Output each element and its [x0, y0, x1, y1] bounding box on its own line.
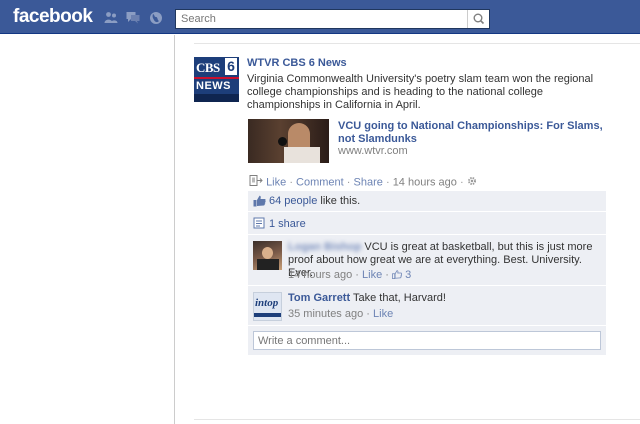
attachment-source: www.wtvr.com — [338, 145, 408, 157]
page-avatar[interactable]: CBS 6 NEWS — [194, 57, 239, 102]
comment-meta: 35 minutes ago · Like — [288, 308, 394, 320]
attachment-thumbnail[interactable] — [248, 119, 329, 163]
like-thumb-icon — [253, 195, 266, 210]
search-box — [175, 9, 490, 29]
shares-row: 1 share — [248, 213, 606, 235]
send-to-mobile-icon — [249, 174, 263, 191]
post-author-link[interactable]: WTVR CBS 6 News — [247, 57, 347, 69]
commenter-avatar[interactable] — [253, 241, 282, 270]
likers-link[interactable]: 64 people — [269, 195, 317, 207]
logo-text: CBS — [196, 60, 220, 75]
post-timestamp[interactable]: 14 hours ago — [393, 176, 457, 188]
comment-item: Logan Bishop VCU is great at basketball,… — [248, 236, 606, 286]
facebook-logo[interactable]: facebook — [13, 6, 93, 28]
share-link[interactable]: Share — [354, 176, 383, 188]
comment-like-count[interactable]: 3 — [405, 269, 411, 281]
messages-icon[interactable] — [126, 11, 140, 24]
feedback-box: 64 people like this. 1 share Logan Bisho… — [248, 191, 606, 355]
main-content: CBS 6 NEWS WTVR CBS 6 News Virginia Comm… — [176, 35, 640, 424]
commenter-avatar[interactable]: intop — [253, 292, 282, 321]
notifications-globe-icon[interactable] — [149, 11, 162, 24]
divider — [194, 43, 640, 44]
comment-like-link[interactable]: Like — [362, 269, 382, 281]
comment-timestamp[interactable]: 35 minutes ago — [288, 308, 363, 320]
like-link[interactable]: Like — [266, 176, 286, 188]
shares-link[interactable]: 1 share — [269, 218, 306, 230]
divider — [194, 419, 640, 420]
like-thumb-icon — [392, 269, 402, 281]
comment-timestamp[interactable]: 14 hours ago — [288, 269, 352, 281]
friend-requests-icon[interactable] — [104, 11, 118, 24]
logo-text: NEWS — [196, 80, 231, 92]
gear-icon[interactable] — [467, 176, 477, 190]
logo-digit: 6 — [225, 58, 237, 75]
post-message: Virginia Commonwealth University's poetr… — [247, 73, 594, 111]
comment-like-link[interactable]: Like — [373, 308, 393, 320]
comment-link[interactable]: Comment — [296, 176, 344, 188]
share-icon — [253, 217, 266, 233]
attachment-title-link[interactable]: VCU going to National Championships: For… — [338, 120, 613, 146]
comment-text: Take that, Harvard! — [353, 292, 446, 304]
comment-body: Tom Garrett Take that, Harvard! — [288, 292, 598, 305]
commenter-name-link[interactable]: Tom Garrett — [288, 292, 350, 304]
post-actions: Like · Comment · Share · 14 hours ago · — [249, 174, 477, 188]
search-input[interactable] — [176, 10, 466, 28]
likes-row: 64 people like this. — [248, 191, 606, 212]
write-comment-input[interactable] — [253, 331, 601, 350]
search-icon — [473, 13, 485, 25]
left-sidebar — [0, 35, 175, 424]
commenter-name-link[interactable]: Logan Bishop — [288, 241, 361, 253]
comment-meta: 14 hours ago · Like · 3 — [288, 269, 412, 281]
comment-item: intop Tom Garrett Take that, Harvard! 35… — [248, 287, 606, 326]
likes-suffix: like this. — [317, 195, 361, 207]
top-navigation-bar: facebook — [0, 0, 640, 34]
search-button[interactable] — [467, 10, 489, 28]
